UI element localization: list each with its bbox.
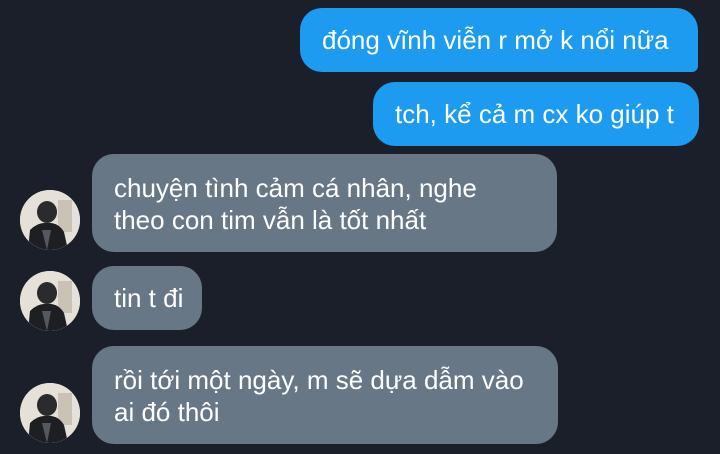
message-text-line: ai đó thôi — [114, 397, 220, 427]
message-text: tin t đi — [114, 283, 184, 313]
message-text-line: chuyện tình cảm cá nhân, nghe — [114, 173, 477, 203]
message-bubble-incoming[interactable]: rồi tới một ngày, m sẽ dựa dẫm vào ai đó… — [92, 346, 558, 444]
contact-avatar[interactable] — [20, 190, 80, 250]
avatar-photo-icon — [20, 271, 80, 331]
message-text: tch, kể cả m cx ko giúp t — [395, 99, 674, 129]
message-bubble-outgoing[interactable]: đóng vĩnh viễn r mở k nổi nữa — [300, 8, 698, 72]
message-bubble-incoming[interactable]: tin t đi — [92, 266, 202, 330]
message-bubble-incoming[interactable]: chuyện tình cảm cá nhân, nghe theo con t… — [92, 154, 557, 252]
message-bubble-outgoing[interactable]: tch, kể cả m cx ko giúp t — [373, 82, 699, 146]
contact-avatar[interactable] — [20, 383, 80, 443]
message-text-line: rồi tới một ngày, m sẽ dựa dẫm vào — [114, 365, 524, 395]
message-text: đóng vĩnh viễn r mở k nổi nữa — [322, 25, 669, 55]
message-text-line: theo con tim vẫn là tốt nhất — [114, 205, 427, 235]
avatar-photo-icon — [20, 383, 80, 443]
avatar-photo-icon — [20, 190, 80, 250]
contact-avatar[interactable] — [20, 271, 80, 331]
